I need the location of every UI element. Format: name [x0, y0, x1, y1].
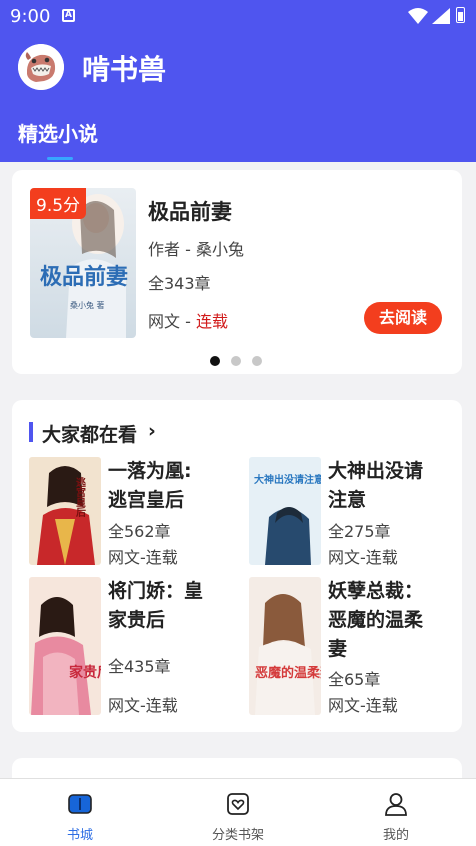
rating-badge: 9.5分 — [30, 188, 87, 219]
bookshelf-icon — [227, 793, 249, 815]
book-item[interactable]: 逃宫皇后 一落为凰: 逃宫皇后 全562章 网文-连载 — [29, 457, 234, 567]
featured-book-chapters: 全343章 — [148, 274, 211, 293]
tab-featured-novels[interactable]: 精选小说 — [18, 118, 98, 147]
status-time: 9:00 — [10, 6, 51, 27]
book-genre: 网文-连载 — [328, 548, 398, 567]
genre-label: 网文 - — [148, 312, 196, 331]
book-genre: 网文-连载 — [328, 696, 398, 715]
book-chapters: 全562章 — [108, 522, 171, 541]
nav-label: 分类书架 — [211, 828, 264, 843]
book-title-line[interactable]: 注意 — [328, 486, 453, 515]
book-title-line[interactable]: 恶魔的温柔 — [328, 606, 453, 635]
book-item[interactable]: 大神出没请注意 大神出没请 注意 全275章 网文-连载 — [249, 457, 454, 567]
featured-cover-author: 桑小兔 著 — [70, 300, 105, 310]
profile-icon — [385, 793, 407, 816]
book-title-line[interactable]: 将门娇：皇 — [108, 577, 233, 606]
bottom-navigation: 书城 分类书架 我的 — [0, 778, 476, 846]
section-accent-bar — [29, 422, 33, 442]
carousel-dot[interactable] — [252, 356, 262, 366]
chevron-right-icon[interactable]: › — [148, 420, 156, 442]
book-cover[interactable]: 逃宫皇后 — [29, 457, 101, 565]
popular-section: 大家都在看 › 逃宫皇后 一落为凰: 逃宫皇后 全562章 网文-连载 大神出没… — [12, 400, 462, 732]
book-chapters: 全435章 — [108, 657, 171, 676]
carousel-indicator — [210, 351, 273, 370]
app-logo — [18, 44, 64, 90]
tab-indicator — [47, 157, 73, 160]
featured-book-author: 作者 - 桑小兔 — [148, 240, 244, 259]
book-title-line[interactable]: 妖孽总裁： — [328, 577, 453, 606]
battery-icon — [456, 7, 465, 23]
book-chapters: 全275章 — [328, 522, 391, 541]
book-item[interactable]: 恶魔的温柔妻 妖孽总裁： 恶魔的温柔 妻 全65章 网文-连载 — [249, 577, 454, 717]
wifi-icon — [408, 8, 428, 24]
app-header: 啃书兽 精选小说 — [0, 34, 476, 162]
section-heading[interactable]: 大家都在看 — [42, 420, 137, 447]
book-genre: 网文-连载 — [108, 696, 178, 715]
book-item[interactable]: 家贵后 将门娇：皇 家贵后 全435章 网文-连载 — [29, 577, 234, 717]
carousel-dot[interactable] — [210, 356, 220, 366]
nav-profile[interactable]: 我的 — [336, 779, 456, 846]
book-cover[interactable]: 大神出没请注意 — [249, 457, 321, 565]
read-now-button[interactable]: 去阅读 — [364, 302, 442, 334]
book-chapters: 全65章 — [328, 670, 381, 689]
featured-book-genre: 网文 - 连载 — [148, 308, 228, 332]
book-title-line[interactable]: 一落为凰: — [108, 457, 233, 486]
serial-status: 连载 — [195, 312, 228, 331]
bookstore-icon — [68, 794, 92, 814]
signal-icon — [432, 8, 450, 24]
book-cover-title: 家贵后 — [69, 664, 101, 681]
nav-bookshelf[interactable]: 分类书架 — [178, 779, 298, 846]
featured-cover-title: 极品前妻 — [40, 264, 128, 290]
book-title-line[interactable]: 大神出没请 — [328, 457, 453, 486]
book-cover-title: 逃宫皇后 — [74, 476, 86, 518]
book-genre: 网文-连载 — [108, 548, 178, 567]
book-title-line[interactable]: 妻 — [328, 635, 453, 664]
nav-bookstore[interactable]: 书城 — [20, 779, 140, 846]
book-cover-title: 大神出没请注意 — [254, 473, 321, 486]
book-title-line[interactable]: 家贵后 — [108, 606, 233, 635]
app-title: 啃书兽 — [82, 53, 167, 86]
carousel-dot[interactable] — [231, 356, 241, 366]
featured-book-card[interactable]: 极品前妻 桑小兔 著 9.5分 极品前妻 作者 - 桑小兔 全343章 网文 -… — [12, 170, 462, 374]
app-notification-icon: A — [62, 9, 75, 22]
book-title-line[interactable]: 逃宫皇后 — [108, 486, 233, 515]
nav-label: 书城 — [66, 828, 93, 843]
book-cover-title: 恶魔的温柔妻 — [255, 665, 321, 681]
featured-book-title[interactable]: 极品前妻 — [148, 196, 232, 226]
book-cover[interactable]: 恶魔的温柔妻 — [249, 577, 321, 715]
status-bar: 9:00 A — [0, 0, 476, 34]
nav-label: 我的 — [382, 828, 409, 843]
book-cover[interactable]: 家贵后 — [29, 577, 101, 715]
